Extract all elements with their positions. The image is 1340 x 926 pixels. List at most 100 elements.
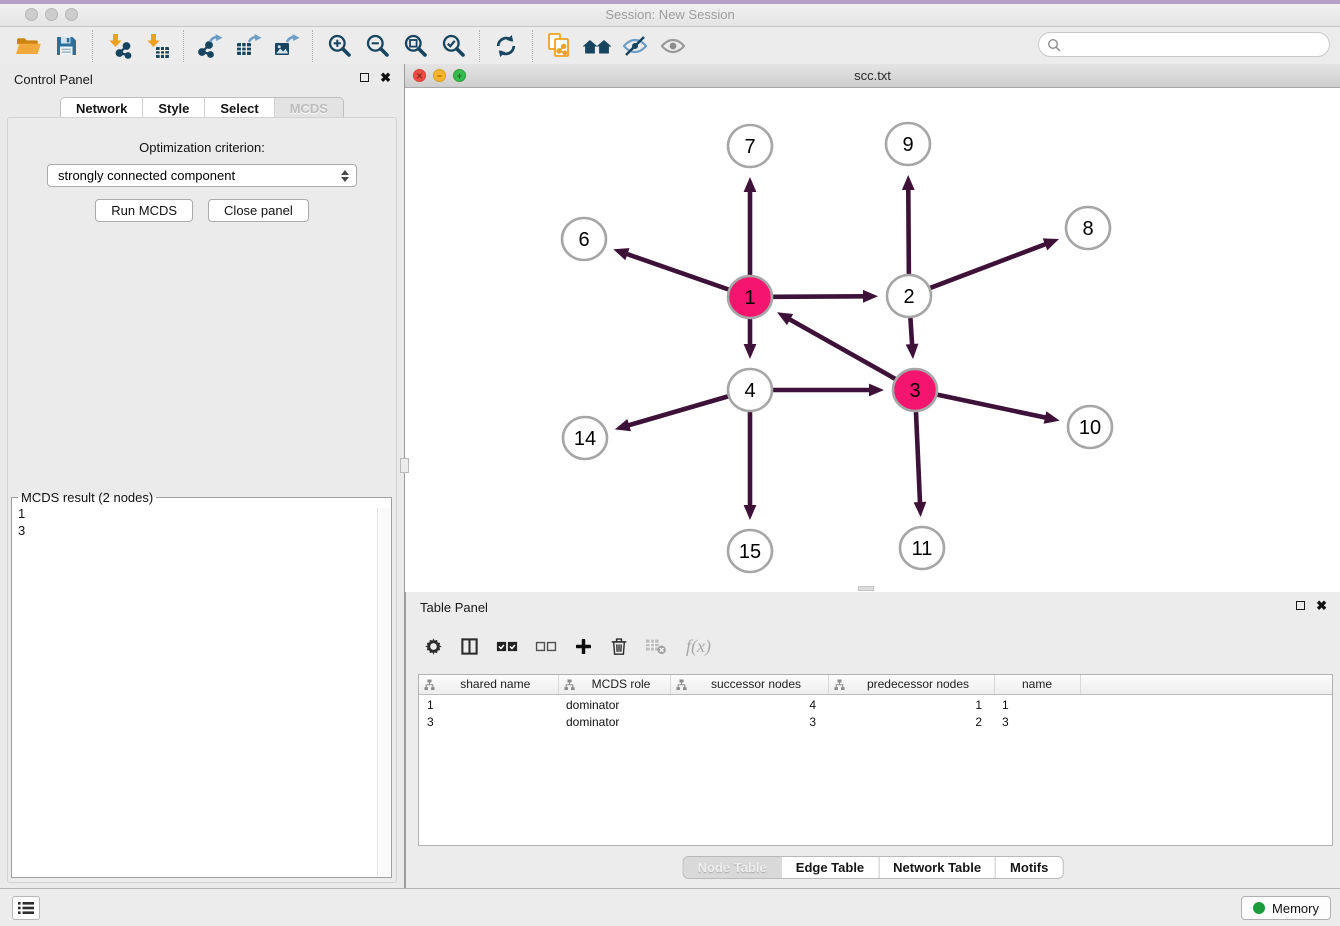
- split-columns-icon[interactable]: [460, 637, 479, 656]
- column-header-name[interactable]: name: [994, 675, 1080, 694]
- zoom-window-button[interactable]: [65, 8, 78, 21]
- vertical-splitter-handle[interactable]: [400, 458, 409, 473]
- result-scrollbar[interactable]: [377, 508, 390, 876]
- maximize-network-button[interactable]: +: [453, 69, 466, 82]
- network-files-button[interactable]: [544, 31, 574, 61]
- edge-3-1[interactable]: [777, 312, 896, 379]
- unselect-all-icon[interactable]: [535, 638, 557, 655]
- float-panel-icon[interactable]: [360, 73, 369, 82]
- node-1[interactable]: 1: [728, 276, 772, 318]
- export-image-button[interactable]: [271, 31, 301, 61]
- close-network-button[interactable]: ✕: [413, 69, 426, 82]
- export-table-button[interactable]: [233, 31, 263, 61]
- table-cell[interactable]: 3: [419, 714, 558, 731]
- mcds-result-list[interactable]: 13: [12, 505, 391, 539]
- window-titlebar[interactable]: Session: New Session: [0, 4, 1340, 27]
- node-11[interactable]: 11: [900, 527, 944, 569]
- edge-4-3[interactable]: [772, 384, 884, 397]
- memory-button[interactable]: Memory: [1241, 896, 1331, 920]
- zoom-in-button[interactable]: [324, 31, 354, 61]
- node-8[interactable]: 8: [1066, 207, 1110, 249]
- node-7[interactable]: 7: [728, 125, 772, 167]
- edge-3-10[interactable]: [937, 395, 1060, 424]
- task-history-button[interactable]: [12, 896, 40, 920]
- tab-style[interactable]: Style: [142, 98, 204, 119]
- edge-4-14[interactable]: [615, 396, 729, 431]
- edge-1-2[interactable]: [772, 290, 878, 303]
- close-icon[interactable]: ✖: [380, 72, 391, 83]
- node-6[interactable]: 6: [562, 218, 606, 260]
- gear-icon[interactable]: [424, 637, 443, 656]
- column-namespace-icon: [424, 679, 435, 691]
- save-session-button[interactable]: [51, 31, 81, 61]
- search-field[interactable]: [1038, 32, 1330, 57]
- table-cell[interactable]: 3: [670, 714, 828, 731]
- horizontal-scrollbar-handle[interactable]: [858, 586, 874, 591]
- node-3[interactable]: 3: [893, 369, 937, 411]
- node-15[interactable]: 15: [728, 530, 772, 572]
- table-cell[interactable]: dominator: [558, 694, 670, 714]
- delete-columns-icon[interactable]: [610, 636, 628, 656]
- open-session-button[interactable]: [13, 31, 43, 61]
- first-neighbors-button[interactable]: [582, 31, 612, 61]
- minimize-network-button[interactable]: −: [433, 69, 446, 82]
- close-panel-button[interactable]: Close panel: [208, 199, 309, 222]
- network-window-titlebar[interactable]: ✕ − + scc.txt: [405, 64, 1340, 88]
- tab-network-table[interactable]: Network Table: [878, 857, 995, 878]
- network-canvas[interactable]: 1 2 3 4 6 7 8 9 10 11 14 15: [405, 88, 1340, 592]
- node-10[interactable]: 10: [1068, 406, 1112, 448]
- tab-select[interactable]: Select: [204, 98, 273, 119]
- select-all-icon[interactable]: [496, 638, 518, 655]
- run-mcds-button[interactable]: Run MCDS: [95, 199, 193, 222]
- export-network-button[interactable]: [195, 31, 225, 61]
- table-row[interactable]: 3dominator323: [419, 714, 1332, 731]
- tab-node-table[interactable]: Node Table: [684, 857, 781, 878]
- refresh-button[interactable]: [491, 31, 521, 61]
- edge-3-11[interactable]: [914, 412, 927, 517]
- tab-network[interactable]: Network: [61, 98, 142, 119]
- column-header-mcds-role[interactable]: MCDS role: [558, 675, 670, 694]
- tab-edge-table[interactable]: Edge Table: [781, 857, 878, 878]
- import-table-button[interactable]: [142, 31, 172, 61]
- table-cell[interactable]: 1: [994, 694, 1080, 714]
- column-header-shared-name[interactable]: shared name: [419, 675, 558, 694]
- mcds-result-item[interactable]: 3: [18, 522, 385, 539]
- node-2[interactable]: 2: [887, 275, 931, 317]
- table-row[interactable]: 1dominator411: [419, 694, 1332, 714]
- zoom-fit-button[interactable]: [400, 31, 430, 61]
- table-cell[interactable]: 3: [994, 714, 1080, 731]
- edge-2-9[interactable]: [902, 175, 915, 274]
- node-4[interactable]: 4: [728, 369, 772, 411]
- minimize-window-button[interactable]: [45, 8, 58, 21]
- edge-1-6[interactable]: [613, 248, 729, 290]
- add-column-icon[interactable]: [574, 637, 593, 656]
- table-cell[interactable]: 1: [828, 694, 994, 714]
- show-all-button[interactable]: [658, 31, 688, 61]
- edge-2-3[interactable]: [906, 318, 919, 359]
- column-header-predecessor-nodes[interactable]: predecessor nodes: [828, 675, 994, 694]
- close-icon[interactable]: ✖: [1316, 600, 1327, 611]
- column-header-successor-nodes[interactable]: successor nodes: [670, 675, 828, 694]
- edge-2-8[interactable]: [930, 238, 1059, 288]
- hide-selected-button[interactable]: [620, 31, 650, 61]
- table-cell[interactable]: dominator: [558, 714, 670, 731]
- edge-1-7[interactable]: [744, 177, 757, 275]
- status-bar: Memory: [0, 888, 1340, 926]
- edge-1-4[interactable]: [744, 319, 757, 359]
- mcds-result-item[interactable]: 1: [18, 505, 385, 522]
- import-network-button[interactable]: [104, 31, 134, 61]
- tab-mcds[interactable]: MCDS: [274, 98, 343, 119]
- float-panel-icon[interactable]: [1296, 601, 1305, 610]
- zoom-out-button[interactable]: [362, 31, 392, 61]
- node-9[interactable]: 9: [886, 123, 930, 165]
- zoom-selected-button[interactable]: [438, 31, 468, 61]
- node-14[interactable]: 14: [563, 417, 607, 459]
- close-window-button[interactable]: [25, 8, 38, 21]
- search-input[interactable]: [1066, 36, 1321, 53]
- edge-4-15[interactable]: [744, 412, 757, 520]
- criterion-dropdown[interactable]: strongly connected component: [47, 164, 357, 187]
- table-cell[interactable]: 4: [670, 694, 828, 714]
- tab-motifs[interactable]: Motifs: [995, 857, 1062, 878]
- table-cell[interactable]: 1: [419, 694, 558, 714]
- table-cell[interactable]: 2: [828, 714, 994, 731]
